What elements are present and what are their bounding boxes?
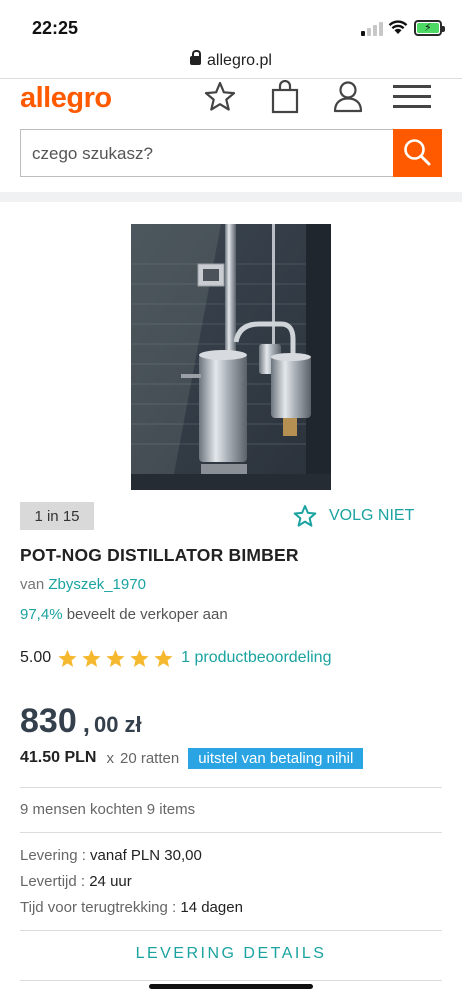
rating-score: 5.00 xyxy=(20,649,52,666)
price-integer: 830 xyxy=(20,702,77,740)
reviews-link[interactable]: 1 productbeoordeling xyxy=(181,649,331,667)
follow-label: VOLG NIET xyxy=(329,507,415,524)
battery-icon: ⚡ xyxy=(414,20,445,36)
return-period-value: 14 dagen xyxy=(180,899,243,916)
seller-line: van Zbyszek_1970 xyxy=(20,576,146,593)
hamburger-menu-icon[interactable] xyxy=(393,84,433,110)
address-bar[interactable]: allegro.pl xyxy=(0,50,462,74)
search-placeholder: czego szukasz? xyxy=(32,144,153,163)
rating-stars xyxy=(57,648,174,669)
search-input[interactable]: czego szukasz? xyxy=(20,129,394,177)
installment-row: 41.50 PLN x 20 ratten uitstel van betali… xyxy=(20,747,364,769)
price: 830, 00 zł xyxy=(20,702,142,741)
delivery-details-button[interactable]: LEVERING DETAILS xyxy=(20,945,442,963)
star-filled-icon xyxy=(154,649,173,667)
follow-button[interactable]: VOLG NIET xyxy=(293,503,414,529)
recommend-text: beveelt de verkoper aan xyxy=(66,606,228,623)
allegro-logo[interactable]: allegro xyxy=(20,82,112,115)
return-period-label: Tijd voor terugtrekking : xyxy=(20,899,177,916)
home-indicator[interactable] xyxy=(149,984,313,989)
distillery-photo xyxy=(131,224,331,490)
product-title: POT-NOG DISTILLATOR BIMBER xyxy=(20,545,299,565)
lock-icon xyxy=(190,50,202,65)
return-period-row: Tijd voor terugtrekking : 14 dagen xyxy=(20,899,243,916)
delivery-cost-value: vanaf PLN 30,00 xyxy=(90,847,202,864)
installment-amount: 41.50 PLN xyxy=(20,749,97,766)
seller-recommendation: 97,4% beveelt de verkoper aan xyxy=(20,606,228,623)
status-time: 22:25 xyxy=(32,18,79,38)
divider xyxy=(20,832,442,833)
wifi-icon xyxy=(388,20,408,34)
divider xyxy=(20,930,442,931)
star-filled-icon xyxy=(82,649,101,667)
star-filled-icon xyxy=(130,649,149,667)
price-separator: , xyxy=(82,708,90,738)
recommend-percentage: 97,4% xyxy=(20,606,63,623)
star-favorites-icon[interactable] xyxy=(203,80,237,114)
delivery-time-value: 24 uur xyxy=(89,873,132,890)
user-account-icon[interactable] xyxy=(332,80,364,114)
star-filled-icon xyxy=(58,649,77,667)
price-decimals: 00 zł xyxy=(93,712,142,737)
delivery-time-row: Levertijd : 24 uur xyxy=(20,873,132,890)
shopping-bag-icon[interactable] xyxy=(269,80,301,114)
delivery-cost-row: Levering : vanaf PLN 30,00 xyxy=(20,847,202,864)
divider xyxy=(0,78,462,79)
search-icon xyxy=(404,139,431,166)
installment-tag[interactable]: uitstel van betaling nihil xyxy=(188,747,364,769)
star-filled-icon xyxy=(106,649,125,667)
status-bar: 22:25 ⚡ xyxy=(0,0,462,48)
rating-row: 5.00 1 productbeoordeling xyxy=(20,647,331,669)
seller-prefix: van xyxy=(20,576,45,593)
delivery-cost-label: Levering : xyxy=(20,847,86,864)
url-text: allegro.pl xyxy=(207,52,272,69)
installment-count: 20 ratten xyxy=(119,749,180,767)
installment-times: x xyxy=(106,749,114,767)
seller-link[interactable]: Zbyszek_1970 xyxy=(48,576,146,593)
section-separator xyxy=(0,192,462,202)
delivery-time-label: Levertijd : xyxy=(20,873,86,890)
divider xyxy=(20,980,442,981)
sales-count: 9 mensen kochten 9 items xyxy=(20,801,196,818)
star-outline-icon xyxy=(293,505,317,527)
divider xyxy=(20,787,442,788)
image-counter-badge: 1 in 15 xyxy=(20,502,94,530)
cellular-signal-icon xyxy=(361,22,383,36)
search-button[interactable] xyxy=(393,129,442,177)
product-image[interactable] xyxy=(131,224,331,490)
